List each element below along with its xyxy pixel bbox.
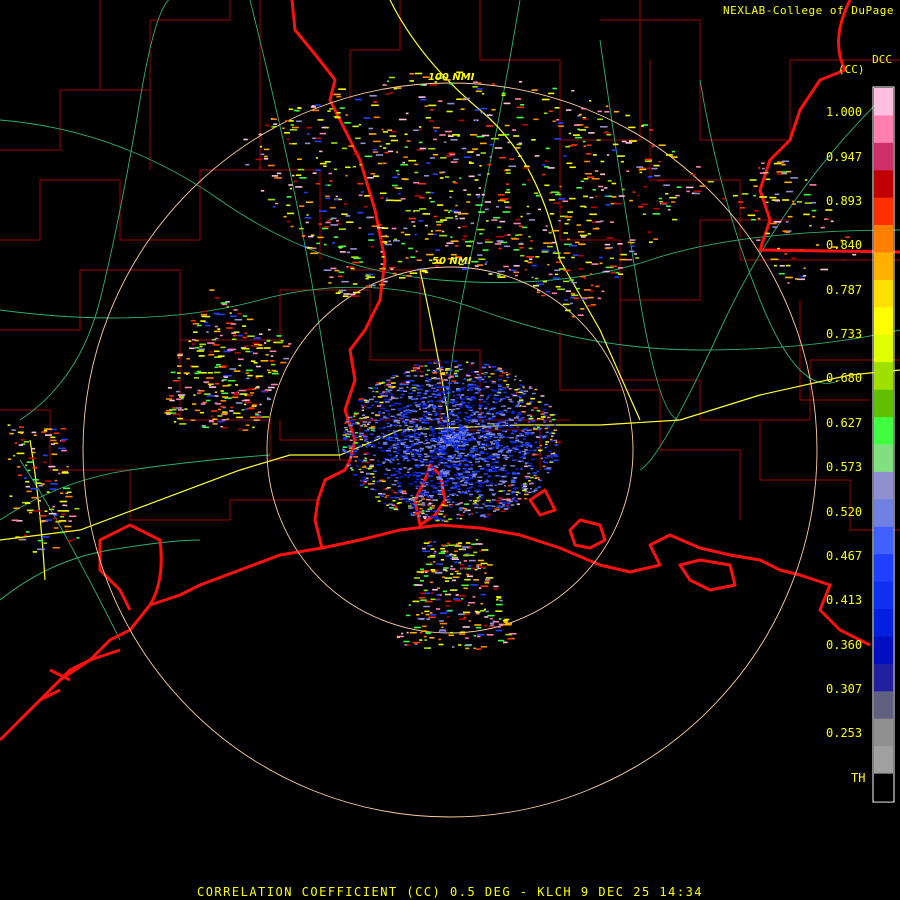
legend-label-8: 0.573 <box>826 460 863 474</box>
legend-swatch <box>874 334 893 363</box>
legend-swatch <box>874 471 893 500</box>
legend-swatch <box>874 691 893 720</box>
legend-swatch <box>874 746 893 775</box>
legend-swatch <box>874 609 893 637</box>
legend-swatch <box>874 417 893 446</box>
legend-swatch <box>874 170 893 199</box>
legend-color-bar <box>874 88 893 802</box>
radar-site-icon <box>446 446 454 454</box>
legend-swatch <box>874 362 893 391</box>
legend-swatch <box>874 444 893 473</box>
legend-label-11: 0.413 <box>826 593 863 607</box>
legend-swatch <box>874 554 893 583</box>
legend-label-4: 0.787 <box>826 283 863 297</box>
product-code: DCC <box>872 53 892 66</box>
legend-swatch <box>874 663 893 692</box>
legend-swatch <box>874 115 893 144</box>
legend-label-15: TH <box>851 771 866 785</box>
legend-swatch <box>874 307 893 336</box>
legend-label-6: 0.680 <box>826 371 863 385</box>
legend-label-10: 0.467 <box>826 549 863 563</box>
product-caption: CORRELATION COEFFICIENT (CC) 0.5 DEG - K… <box>196 885 704 899</box>
legend-swatch <box>874 636 893 665</box>
legend-label-13: 0.307 <box>826 682 863 696</box>
legend-label-5: 0.733 <box>826 327 863 341</box>
legend-swatch <box>874 88 893 116</box>
legend-label-3: 0.840 <box>826 238 863 252</box>
legend-swatch <box>874 225 893 254</box>
ring-label-100: 100 NMI <box>428 72 475 83</box>
ring-label-50: 50 NMI <box>432 256 472 267</box>
legend-label-2: 0.893 <box>826 194 863 208</box>
credit-label: NEXLAB-College of DuPage <box>723 4 894 17</box>
radar-map <box>0 0 900 900</box>
legend-label-1: 0.947 <box>826 150 863 164</box>
legend-swatch <box>874 526 893 555</box>
legend-swatch <box>874 280 893 308</box>
product-abbrev: (CC) <box>838 63 865 76</box>
legend-label-14: 0.253 <box>826 726 863 740</box>
legend-swatch <box>874 718 893 747</box>
legend-label-7: 0.627 <box>826 416 863 430</box>
legend-swatch <box>874 197 893 226</box>
legend-label-0: 1.000 <box>826 105 863 119</box>
legend-swatch <box>874 252 893 281</box>
legend-swatch <box>874 581 893 610</box>
legend-label-12: 0.360 <box>826 638 863 652</box>
legend-swatch <box>874 389 893 418</box>
legend-swatch <box>874 499 893 528</box>
legend-label-9: 0.520 <box>826 505 863 519</box>
legend-swatch <box>874 142 893 171</box>
